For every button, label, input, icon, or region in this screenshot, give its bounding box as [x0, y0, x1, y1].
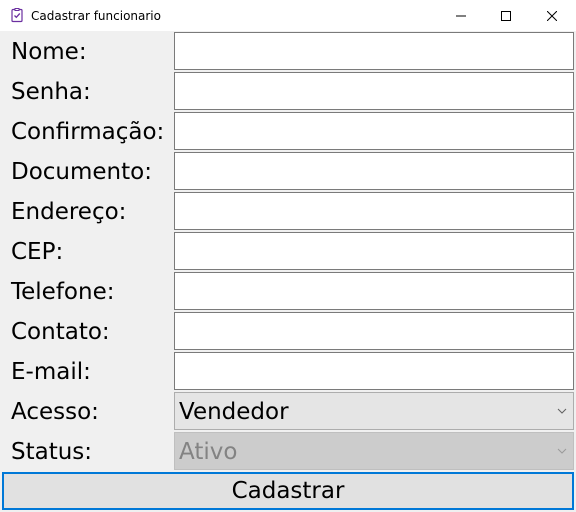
acesso-dropdown[interactable]: Vendedor	[174, 392, 574, 430]
title-bar[interactable]: Cadastrar funcionario	[0, 0, 576, 31]
close-button[interactable]	[529, 0, 575, 31]
endereco-input[interactable]	[174, 192, 574, 230]
endereco-label: Endereço:	[11, 199, 127, 225]
cep-label: CEP:	[11, 239, 64, 265]
documento-input[interactable]	[174, 152, 574, 190]
chevron-down-icon	[557, 408, 567, 414]
clipboard-check-icon	[11, 8, 23, 23]
contato-input[interactable]	[174, 312, 574, 350]
window-title: Cadastrar funcionario	[31, 9, 161, 23]
minimize-icon	[456, 15, 466, 16]
status-label: Status:	[11, 439, 93, 465]
app-window: Cadastrar funcionario Nome: Senha: Confi…	[0, 0, 576, 512]
cadastrar-button[interactable]: Cadastrar	[2, 472, 574, 510]
status-dropdown: Ativo	[174, 432, 574, 470]
acesso-label: Acesso:	[11, 399, 99, 425]
minimize-button[interactable]	[438, 0, 484, 31]
chevron-down-icon	[557, 448, 567, 454]
confirmacao-label: Confirmação:	[11, 119, 165, 145]
nome-input[interactable]	[174, 32, 574, 70]
nome-label: Nome:	[11, 39, 87, 65]
cep-input[interactable]	[174, 232, 574, 270]
maximize-icon	[501, 10, 511, 21]
close-icon	[547, 10, 557, 21]
maximize-button[interactable]	[483, 0, 529, 31]
email-input[interactable]	[174, 352, 574, 390]
senha-input[interactable]	[174, 72, 574, 110]
confirmacao-input[interactable]	[174, 112, 574, 150]
status-selected-value: Ativo	[179, 439, 238, 465]
cadastrar-button-label: Cadastrar	[231, 478, 345, 504]
acesso-selected-value: Vendedor	[179, 399, 289, 425]
telefone-input[interactable]	[174, 272, 574, 310]
telefone-label: Telefone:	[11, 279, 115, 305]
documento-label: Documento:	[11, 159, 152, 185]
senha-label: Senha:	[11, 79, 91, 105]
email-label: E-mail:	[11, 359, 91, 385]
contato-label: Contato:	[11, 319, 110, 345]
